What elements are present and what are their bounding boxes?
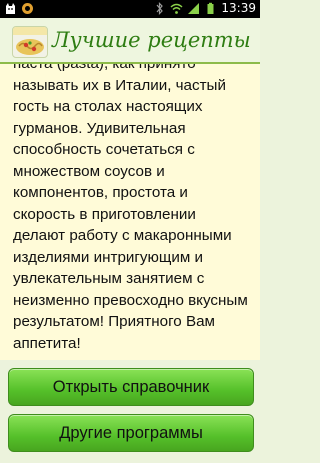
other-programs-button[interactable]: Другие программы	[8, 414, 254, 452]
signal-icon	[187, 2, 200, 15]
clock-time: 13:39	[221, 1, 256, 15]
settings-icon	[21, 2, 34, 15]
bluetooth-icon	[153, 1, 166, 15]
battery-icon	[204, 2, 217, 15]
open-reference-button[interactable]: Открыть справочник	[8, 368, 254, 406]
recipe-description-area[interactable]: паста (pasta), как принято называть их в…	[0, 64, 260, 360]
cat-icon	[4, 2, 17, 15]
pasta-logo-icon	[12, 26, 48, 58]
app-title: Лучшие рецепты	[52, 28, 251, 52]
recipe-description-text: паста (pasta), как принято называть их в…	[13, 64, 248, 352]
status-bar: 13:39	[0, 0, 260, 18]
app-header: Лучшие рецепты	[0, 18, 260, 64]
wifi-icon	[170, 2, 183, 15]
